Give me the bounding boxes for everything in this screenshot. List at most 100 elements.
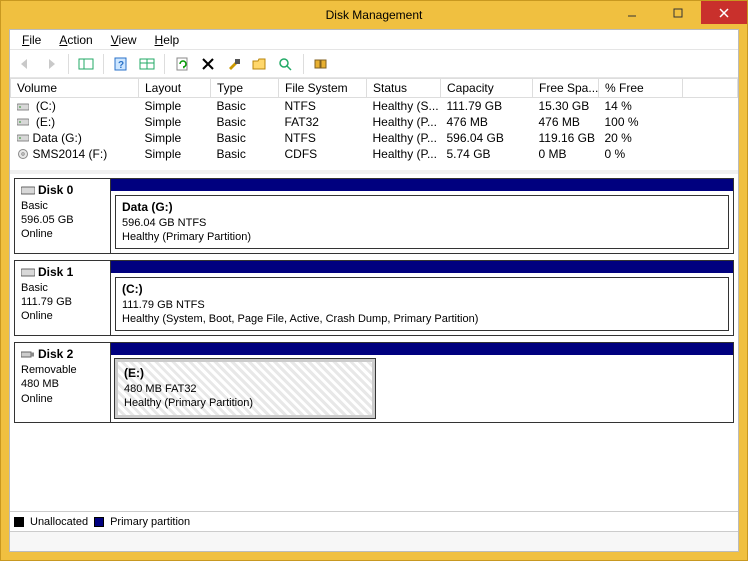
col-capacity[interactable]: Capacity — [441, 79, 533, 98]
table-row[interactable]: Data (G:)SimpleBasicNTFSHealthy (P...596… — [11, 130, 738, 146]
search-button[interactable] — [275, 53, 297, 75]
table-row[interactable]: SMS2014 (F:)SimpleBasicCDFSHealthy (P...… — [11, 146, 738, 162]
menubar: File Action View Help — [10, 30, 738, 50]
disk-label[interactable]: Disk 0Basic596.05 GBOnline — [15, 179, 111, 253]
delete-button[interactable] — [197, 53, 219, 75]
legend-unallocated: Unallocated — [30, 516, 88, 528]
titlebar[interactable]: Disk Management — [1, 1, 747, 29]
cell-capacity: 476 MB — [441, 114, 533, 130]
cell-layout: Simple — [139, 130, 211, 146]
toolbar-separator — [68, 54, 69, 74]
cell-pctfree: 20 % — [599, 130, 683, 146]
cell-status: Healthy (S... — [367, 98, 441, 114]
cell-type: Basic — [211, 146, 279, 162]
cell-pctfree: 100 % — [599, 114, 683, 130]
cell-fs: FAT32 — [279, 114, 367, 130]
cell-volume: (C:) — [11, 98, 139, 114]
help-button[interactable]: ? — [110, 53, 132, 75]
col-spacer — [683, 79, 738, 98]
disk-body: (E:)480 MB FAT32Healthy (Primary Partiti… — [111, 343, 733, 421]
cell-capacity: 596.04 GB — [441, 130, 533, 146]
volume-table: Volume Layout Type File System Status Ca… — [10, 78, 738, 162]
show-hide-console-tree-button[interactable] — [75, 53, 97, 75]
cell-pctfree: 0 % — [599, 146, 683, 162]
back-button[interactable] — [14, 53, 36, 75]
close-button[interactable] — [701, 1, 747, 24]
menu-view[interactable]: View — [103, 32, 145, 48]
cell-fs: NTFS — [279, 98, 367, 114]
disk-body: (C:)111.79 GB NTFSHealthy (System, Boot,… — [111, 261, 733, 335]
window-frame: Disk Management File Action View Help — [0, 0, 748, 561]
legend-swatch-primary — [94, 517, 104, 527]
cell-type: Basic — [211, 114, 279, 130]
graphical-pane[interactable]: Disk 0Basic596.05 GBOnlineData (G:)596.0… — [10, 174, 738, 511]
volume-table-header[interactable]: Volume Layout Type File System Status Ca… — [11, 79, 738, 98]
cell-type: Basic — [211, 98, 279, 114]
cell-free: 119.16 GB — [533, 130, 599, 146]
properties-button[interactable] — [223, 53, 245, 75]
disk-label[interactable]: Disk 1Basic111.79 GBOnline — [15, 261, 111, 335]
disk-body: Data (G:)596.04 GB NTFSHealthy (Primary … — [111, 179, 733, 253]
col-volume[interactable]: Volume — [11, 79, 139, 98]
svg-text:?: ? — [118, 60, 124, 71]
table-row[interactable]: (E:)SimpleBasicFAT32Healthy (P...476 MB4… — [11, 114, 738, 130]
cell-capacity: 111.79 GB — [441, 98, 533, 114]
cell-layout: Simple — [139, 146, 211, 162]
cell-capacity: 5.74 GB — [441, 146, 533, 162]
partition-box[interactable]: Data (G:)596.04 GB NTFSHealthy (Primary … — [115, 195, 729, 249]
cell-volume: SMS2014 (F:) — [11, 146, 139, 162]
settings-button[interactable] — [310, 53, 332, 75]
cell-status: Healthy (P... — [367, 114, 441, 130]
col-fs[interactable]: File System — [279, 79, 367, 98]
properties-toolbar-button[interactable] — [136, 53, 158, 75]
cell-free: 476 MB — [533, 114, 599, 130]
disk-row[interactable]: Disk 0Basic596.05 GBOnlineData (G:)596.0… — [14, 178, 734, 254]
col-free[interactable]: Free Spa... — [533, 79, 599, 98]
disk-header-bar — [111, 343, 733, 355]
cell-status: Healthy (P... — [367, 130, 441, 146]
toolbar: ? — [10, 50, 738, 78]
col-status[interactable]: Status — [367, 79, 441, 98]
window-controls — [609, 1, 747, 24]
main-panes: Volume Layout Type File System Status Ca… — [10, 78, 738, 551]
legend-swatch-unallocated — [14, 517, 24, 527]
partition-box[interactable]: (E:)480 MB FAT32Healthy (Primary Partiti… — [115, 359, 375, 417]
toolbar-separator — [103, 54, 104, 74]
disk-header-bar — [111, 261, 733, 273]
cell-type: Basic — [211, 130, 279, 146]
cell-layout: Simple — [139, 98, 211, 114]
minimize-button[interactable] — [609, 1, 655, 24]
menu-action[interactable]: Action — [51, 32, 100, 48]
legend-bar: Unallocated Primary partition — [10, 511, 738, 531]
legend-primary: Primary partition — [110, 516, 190, 528]
cell-free: 15.30 GB — [533, 98, 599, 114]
cell-free: 0 MB — [533, 146, 599, 162]
table-row[interactable]: (C:)SimpleBasicNTFSHealthy (S...111.79 G… — [11, 98, 738, 114]
status-bar — [10, 531, 738, 551]
col-type[interactable]: Type — [211, 79, 279, 98]
toolbar-separator — [164, 54, 165, 74]
client-area: File Action View Help ? — [9, 29, 739, 552]
forward-button[interactable] — [40, 53, 62, 75]
refresh-button[interactable] — [171, 53, 193, 75]
cell-status: Healthy (P... — [367, 146, 441, 162]
partition-box[interactable]: (C:)111.79 GB NTFSHealthy (System, Boot,… — [115, 277, 729, 331]
cell-volume: (E:) — [11, 114, 139, 130]
disk-row[interactable]: Disk 2Removable480 MBOnline(E:)480 MB FA… — [14, 342, 734, 422]
cell-layout: Simple — [139, 114, 211, 130]
menu-help[interactable]: Help — [147, 32, 188, 48]
toolbar-separator — [303, 54, 304, 74]
volume-list-pane[interactable]: Volume Layout Type File System Status Ca… — [10, 78, 738, 174]
cell-volume: Data (G:) — [11, 130, 139, 146]
col-pctfree[interactable]: % Free — [599, 79, 683, 98]
disk-row[interactable]: Disk 1Basic111.79 GBOnline(C:)111.79 GB … — [14, 260, 734, 336]
open-folder-button[interactable] — [249, 53, 271, 75]
maximize-button[interactable] — [655, 1, 701, 24]
menu-file[interactable]: File — [14, 32, 49, 48]
cell-fs: NTFS — [279, 130, 367, 146]
cell-fs: CDFS — [279, 146, 367, 162]
disk-label[interactable]: Disk 2Removable480 MBOnline — [15, 343, 111, 421]
disk-header-bar — [111, 179, 733, 191]
cell-pctfree: 14 % — [599, 98, 683, 114]
col-layout[interactable]: Layout — [139, 79, 211, 98]
